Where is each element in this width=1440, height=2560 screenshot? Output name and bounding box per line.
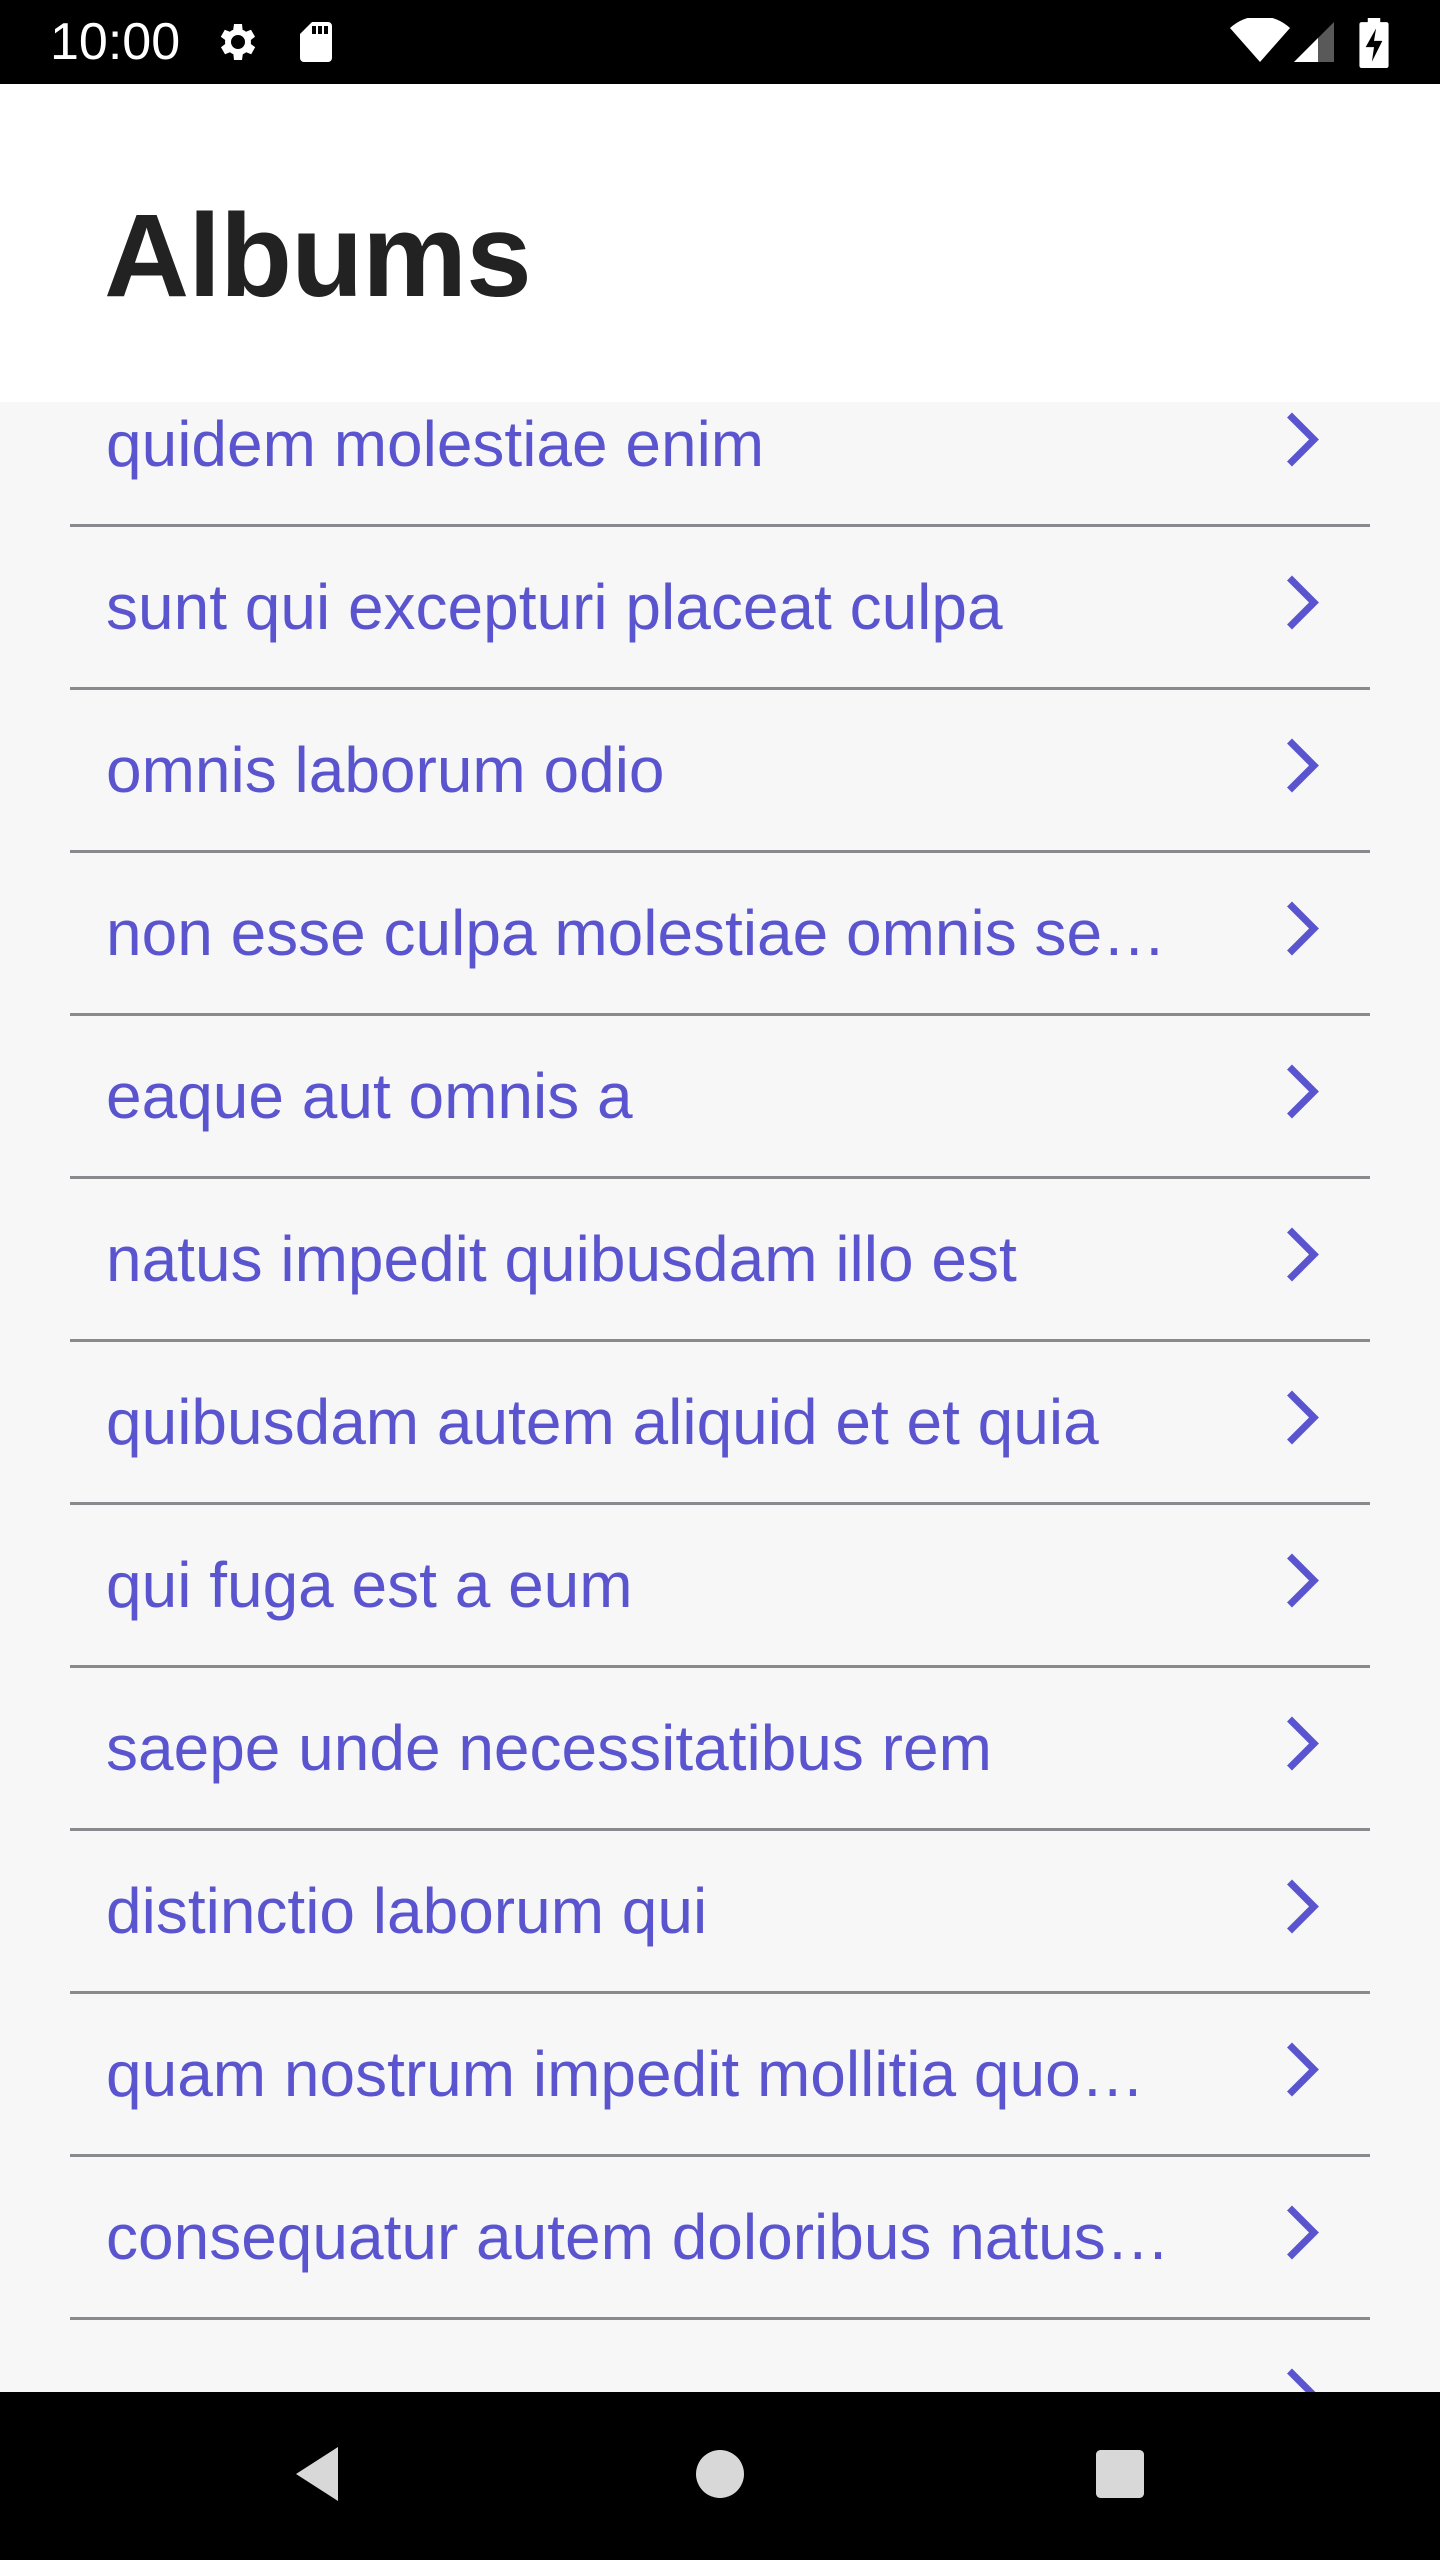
album-list-item[interactable]: consequatur autem doloribus natus… — [70, 2157, 1370, 2320]
album-list-item[interactable]: saepe unde necessitatibus rem — [70, 1668, 1370, 1831]
album-list-item[interactable]: quibusdam autem aliquid et et quia — [70, 1342, 1370, 1505]
home-icon[interactable] — [684, 2438, 756, 2510]
wifi-icon — [1230, 18, 1290, 62]
screen: 10:00 Albums quidem molestiae enim sunt … — [0, 0, 1440, 2560]
album-title: eaque aut omnis a — [106, 1060, 633, 1132]
page-title: Albums — [104, 190, 532, 322]
album-list-item[interactable]: quam nostrum impedit mollitia quo… — [70, 1994, 1370, 2157]
album-list-item[interactable]: omnis laborum odio — [70, 690, 1370, 853]
album-list-item[interactable]: distinctio laborum qui — [70, 1831, 1370, 1994]
album-list-item[interactable]: non esse culpa molestiae omnis se… — [70, 853, 1370, 1016]
battery-icon — [1359, 18, 1389, 68]
album-title: non esse culpa molestiae omnis se… — [106, 897, 1167, 969]
chevron-right-icon — [1287, 1227, 1319, 1282]
recents-icon[interactable] — [1084, 2438, 1156, 2510]
album-title: omnis laborum odio — [106, 734, 665, 806]
chevron-right-icon — [1287, 1390, 1319, 1445]
album-list-item[interactable] — [70, 2320, 1370, 2392]
back-icon[interactable] — [284, 2438, 356, 2510]
album-title: sunt qui excepturi placeat culpa — [106, 571, 1003, 643]
album-list-container[interactable]: quidem molestiae enim sunt qui excepturi… — [0, 402, 1440, 2392]
chevron-right-icon — [1287, 2368, 1316, 2392]
album-title: natus impedit quibusdam illo est — [106, 1223, 1017, 1295]
album-title: consequatur autem doloribus natus… — [106, 2201, 1170, 2273]
album-list-item[interactable]: eaque aut omnis a — [70, 1016, 1370, 1179]
chevron-right-icon — [1287, 738, 1319, 793]
album-list-item[interactable]: natus impedit quibusdam illo est — [70, 1179, 1370, 1342]
album-title: qui fuga est a eum — [106, 1549, 633, 1621]
chevron-right-icon — [1287, 1064, 1319, 1119]
album-list-item[interactable]: sunt qui excepturi placeat culpa — [70, 527, 1370, 690]
status-time: 10:00 — [50, 13, 181, 71]
gear-icon — [220, 24, 256, 60]
chevron-right-icon — [1287, 1879, 1319, 1934]
chevron-right-icon — [1287, 901, 1319, 956]
album-title: saepe unde necessitatibus rem — [106, 1712, 992, 1784]
album-title: quidem molestiae enim — [106, 408, 765, 480]
album-list: quidem molestiae enim sunt qui excepturi… — [70, 402, 1370, 2392]
app-header: Albums — [0, 84, 1440, 402]
chevron-right-icon — [1287, 1716, 1319, 1771]
chevron-right-icon — [1287, 2205, 1319, 2260]
album-list-item[interactable]: qui fuga est a eum — [70, 1505, 1370, 1668]
chevron-right-icon — [1287, 1553, 1319, 1608]
chevron-right-icon — [1287, 412, 1319, 467]
status-bar: 10:00 — [0, 0, 1440, 84]
chevron-right-icon — [1287, 2042, 1319, 2097]
chevron-right-icon — [1287, 575, 1319, 630]
navigation-bar — [0, 2392, 1440, 2560]
album-list-item[interactable]: quidem molestiae enim — [70, 402, 1370, 527]
album-title: quibusdam autem aliquid et et quia — [106, 1386, 1099, 1458]
album-title: quam nostrum impedit mollitia quo… — [106, 2038, 1145, 2110]
signal-icon — [1294, 22, 1334, 62]
album-title: distinctio laborum qui — [106, 1875, 708, 1947]
sd-card-icon — [300, 22, 332, 62]
